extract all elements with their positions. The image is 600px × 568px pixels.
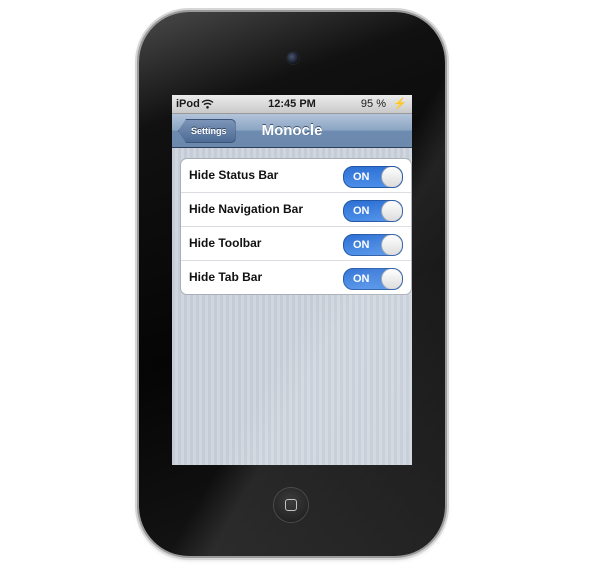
front-camera bbox=[287, 52, 299, 64]
row-label: Hide Status Bar bbox=[189, 168, 279, 182]
hide-status-bar-switch[interactable]: ON bbox=[343, 166, 403, 188]
settings-group: Hide Status Bar ON Hide Navigation Bar O… bbox=[180, 158, 412, 295]
switch-knob bbox=[381, 167, 402, 187]
settings-row-hide-toolbar: Hide Toolbar ON bbox=[181, 227, 411, 261]
navigation-bar: Monocle Settings bbox=[172, 114, 412, 148]
switch-knob bbox=[381, 235, 402, 255]
settings-back-button[interactable]: Settings bbox=[178, 119, 236, 143]
switch-state-label: ON bbox=[353, 273, 370, 285]
home-button[interactable] bbox=[274, 488, 308, 522]
settings-row-hide-status-bar: Hide Status Bar ON bbox=[181, 159, 411, 193]
screen: iPod 12:45 PM 95 % ⚡ Monocle Settings Hi… bbox=[172, 95, 412, 465]
switch-state-label: ON bbox=[353, 171, 370, 183]
row-label: Hide Navigation Bar bbox=[189, 202, 304, 216]
hide-navigation-bar-switch[interactable]: ON bbox=[343, 200, 403, 222]
switch-state-label: ON bbox=[353, 239, 370, 251]
home-button-icon bbox=[285, 499, 297, 511]
row-label: Hide Toolbar bbox=[189, 236, 262, 250]
hide-toolbar-switch[interactable]: ON bbox=[343, 234, 403, 256]
charging-bolt-icon: ⚡ bbox=[393, 98, 407, 110]
settings-row-hide-tab-bar: Hide Tab Bar ON bbox=[181, 261, 411, 294]
hide-tab-bar-switch[interactable]: ON bbox=[343, 268, 403, 290]
switch-state-label: ON bbox=[353, 205, 370, 217]
switch-knob bbox=[381, 201, 402, 221]
battery-percentage: 95 % bbox=[360, 98, 386, 110]
ipod-device: iPod 12:45 PM 95 % ⚡ Monocle Settings Hi… bbox=[139, 12, 445, 556]
switch-knob bbox=[381, 269, 402, 289]
row-label: Hide Tab Bar bbox=[189, 270, 263, 284]
status-bar: iPod 12:45 PM 95 % ⚡ bbox=[172, 95, 412, 114]
settings-row-hide-navigation-bar: Hide Navigation Bar ON bbox=[181, 193, 411, 227]
